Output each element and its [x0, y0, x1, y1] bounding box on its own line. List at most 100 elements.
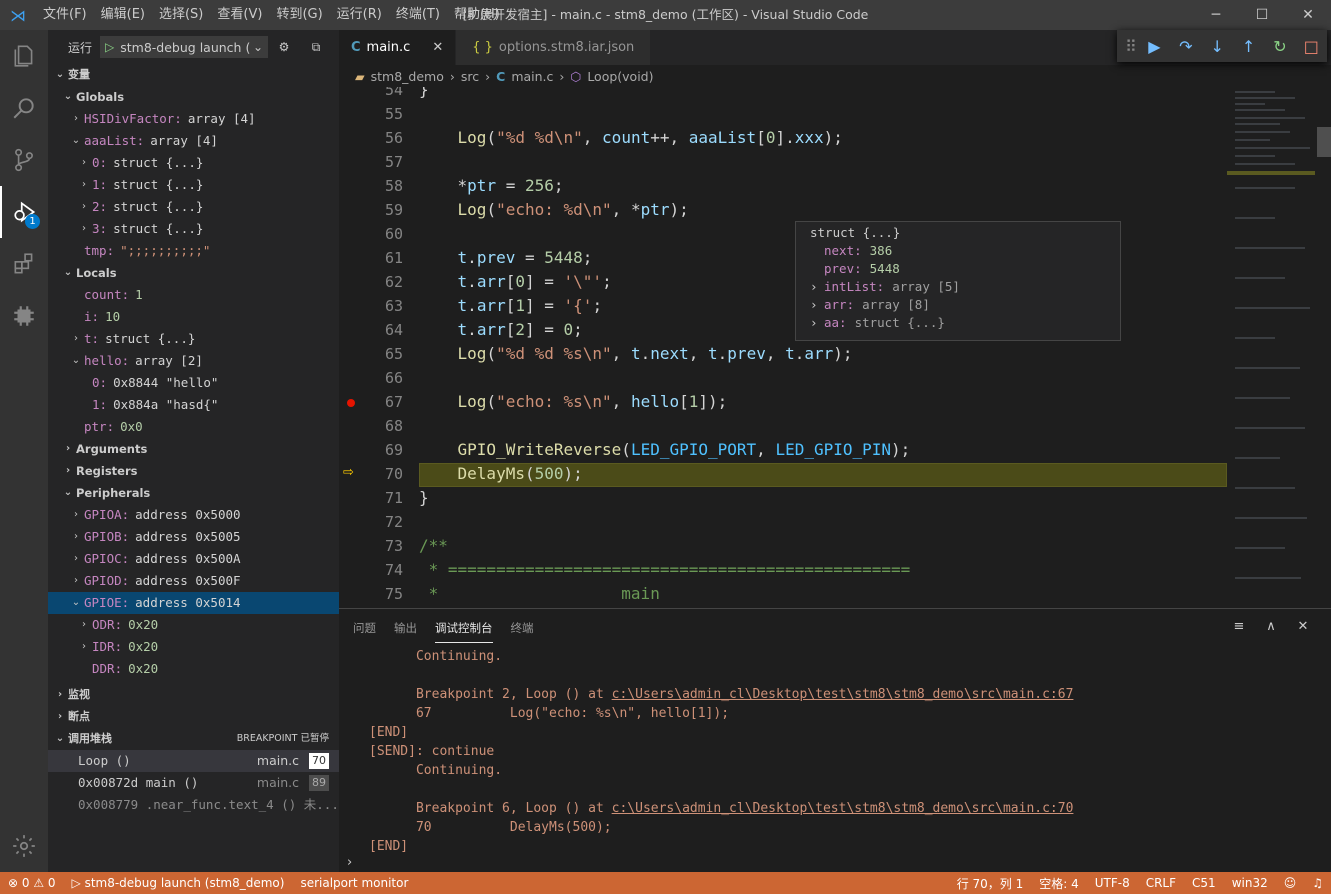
- stop-icon[interactable]: □: [1296, 37, 1327, 56]
- menu-item[interactable]: 选择(S): [152, 0, 210, 30]
- explorer-icon[interactable]: [0, 30, 48, 82]
- gear-icon[interactable]: ⚙: [268, 40, 300, 54]
- menu-item[interactable]: 终端(T): [389, 0, 447, 30]
- launch-status[interactable]: ▷ stm8-debug launch (stm8_demo): [64, 876, 293, 890]
- variable-row[interactable]: › HSIDivFactor: array [4]: [48, 108, 339, 130]
- breadcrumb-item[interactable]: src: [461, 69, 479, 84]
- variable-row[interactable]: › 0: struct {...}: [48, 152, 339, 174]
- open-terminal-icon[interactable]: ⧉: [300, 40, 332, 55]
- variable-group[interactable]: › Registers: [48, 460, 339, 482]
- variable-row[interactable]: ⌄ GPIOE: address 0x5014: [48, 592, 339, 614]
- run-debug-icon[interactable]: 1: [0, 186, 48, 238]
- maximize-panel-icon[interactable]: ∧: [1255, 619, 1287, 634]
- breadcrumb-item[interactable]: Loop(void): [587, 69, 653, 84]
- variable-row[interactable]: › 1: struct {...}: [48, 174, 339, 196]
- eol-status[interactable]: CRLF: [1138, 876, 1184, 890]
- variable-group[interactable]: ⌄ Globals: [48, 86, 339, 108]
- settings-gear-icon[interactable]: [0, 820, 48, 872]
- variable-row[interactable]: tmp: ";;;;;;;;;;": [48, 240, 339, 262]
- panel-tab[interactable]: 输出: [394, 614, 417, 642]
- variable-row[interactable]: ptr: 0x0: [48, 416, 339, 438]
- panel-tab[interactable]: 问题: [353, 614, 376, 642]
- step-into-icon[interactable]: ↓: [1201, 37, 1232, 56]
- extensions-icon[interactable]: [0, 238, 48, 290]
- callstack-frame[interactable]: Loop () main.c 70: [48, 750, 339, 772]
- variable-row[interactable]: › GPIOB: address 0x5005: [48, 526, 339, 548]
- tab-close-icon[interactable]: ✕: [432, 40, 443, 55]
- variable-row[interactable]: 1: 0x884a "hasd{": [48, 394, 339, 416]
- variable-row[interactable]: count: 1: [48, 284, 339, 306]
- breakpoints-header[interactable]: › 断点: [48, 706, 339, 728]
- watch-header[interactable]: › 监视: [48, 684, 339, 706]
- menu-item[interactable]: 转到(G): [269, 0, 329, 30]
- hover-row[interactable]: next: 386: [796, 242, 1120, 260]
- encoding-status[interactable]: UTF-8: [1087, 876, 1138, 890]
- variable-row[interactable]: › IDR: 0x20: [48, 636, 339, 658]
- step-out-icon[interactable]: ↑: [1233, 37, 1264, 56]
- hover-row[interactable]: › arr: array [8]: [796, 296, 1120, 314]
- notifications-icon[interactable]: ♫: [1304, 876, 1331, 890]
- minimap[interactable]: [1227, 87, 1331, 608]
- minimize-icon[interactable]: ─: [1193, 0, 1239, 30]
- variable-row[interactable]: DDR: 0x20: [48, 658, 339, 680]
- tab-options-json[interactable]: { } options.stm8.iar.json: [456, 30, 652, 65]
- restart-icon[interactable]: ↻: [1264, 37, 1295, 56]
- variable-group[interactable]: ⌄ Peripherals: [48, 482, 339, 504]
- variable-row[interactable]: ⌄ aaaList: array [4]: [48, 130, 339, 152]
- variable-group[interactable]: ⌄ Locals: [48, 262, 339, 284]
- close-panel-icon[interactable]: ✕: [1287, 619, 1319, 634]
- close-icon[interactable]: ✕: [1285, 0, 1331, 30]
- chip-icon[interactable]: [0, 290, 48, 342]
- callstack-header[interactable]: ⌄ 调用堆栈 BREAKPOINT 已暂停: [48, 728, 339, 750]
- hover-row[interactable]: › intList: array [5]: [796, 278, 1120, 296]
- start-debug-icon[interactable]: ▷: [105, 40, 114, 54]
- tab-main-c[interactable]: Cmain.c ✕: [339, 30, 457, 65]
- variable-row[interactable]: › GPIOC: address 0x500A: [48, 548, 339, 570]
- panel-tab[interactable]: 终端: [511, 614, 534, 642]
- hover-row[interactable]: › aa: struct {...}: [796, 314, 1120, 332]
- hover-row[interactable]: prev: 5448: [796, 260, 1120, 278]
- serial-monitor-status[interactable]: serialport monitor: [292, 876, 416, 890]
- feedback-icon[interactable]: ☺: [1276, 876, 1305, 890]
- debug-hover-widget[interactable]: struct {...} next: 386 prev: 5448 › intList: a…: [795, 221, 1121, 341]
- code-view[interactable]: 54} 55 56 Log("%d %d\n", count++, aaaList[…: [339, 87, 1227, 608]
- variable-row[interactable]: i: 10: [48, 306, 339, 328]
- variables-header[interactable]: ⌄ 变量: [48, 64, 339, 86]
- console-file-link[interactable]: c:\Users\admin_cl\Desktop\test\stm8\stm8…: [612, 687, 1074, 702]
- step-over-icon[interactable]: ↷: [1170, 37, 1201, 56]
- variable-row[interactable]: ⌄ hello: array [2]: [48, 350, 339, 372]
- search-icon[interactable]: [0, 82, 48, 134]
- source-control-icon[interactable]: [0, 134, 48, 186]
- breadcrumb-item[interactable]: stm8_demo: [371, 69, 444, 84]
- breadcrumb-item[interactable]: main.c: [511, 69, 553, 84]
- variable-row[interactable]: › 3: struct {...}: [48, 218, 339, 240]
- platform-status[interactable]: win32: [1224, 876, 1276, 890]
- menu-item[interactable]: 编辑(E): [94, 0, 152, 30]
- menu-item[interactable]: 查看(V): [210, 0, 269, 30]
- variable-group[interactable]: › Arguments: [48, 438, 339, 460]
- launch-config-select[interactable]: ▷ stm8-debug launch ( ⌄: [100, 36, 269, 58]
- language-status[interactable]: C51: [1184, 876, 1224, 890]
- clear-console-icon[interactable]: ≡: [1223, 619, 1255, 634]
- panel-tab[interactable]: 调试控制台: [435, 614, 493, 643]
- chevron-right-icon: ›: [810, 315, 818, 330]
- console-input-prompt-icon[interactable]: ›: [347, 855, 352, 870]
- maximize-icon[interactable]: ☐: [1239, 0, 1285, 30]
- variable-row[interactable]: 0: 0x8844 "hello": [48, 372, 339, 394]
- variable-row[interactable]: › GPIOA: address 0x5000: [48, 504, 339, 526]
- callstack-frame[interactable]: 0x00872d main () main.c 89: [48, 772, 339, 794]
- variable-row[interactable]: › GPIOD: address 0x500F: [48, 570, 339, 592]
- variable-row[interactable]: › t: struct {...}: [48, 328, 339, 350]
- indent-status[interactable]: 空格: 4: [1031, 875, 1087, 892]
- menu-item[interactable]: 运行(R): [330, 0, 389, 30]
- variable-row[interactable]: › ODR: 0x20: [48, 614, 339, 636]
- drag-handle-icon[interactable]: ⠿: [1123, 37, 1139, 56]
- problems-status[interactable]: ⊗ 0 ⚠ 0: [0, 876, 64, 890]
- continue-icon[interactable]: ▶: [1139, 37, 1170, 56]
- callstack-frame[interactable]: 0x008779 .near_func.text_4 () 未...: [48, 794, 339, 816]
- variable-row[interactable]: › 2: struct {...}: [48, 196, 339, 218]
- cursor-position[interactable]: 行 70，列 1: [949, 875, 1032, 892]
- menu-item[interactable]: 文件(F): [36, 0, 94, 30]
- console-file-link[interactable]: c:\Users\admin_cl\Desktop\test\stm8\stm8…: [612, 801, 1074, 816]
- menu-item[interactable]: 帮助(H): [447, 0, 507, 30]
